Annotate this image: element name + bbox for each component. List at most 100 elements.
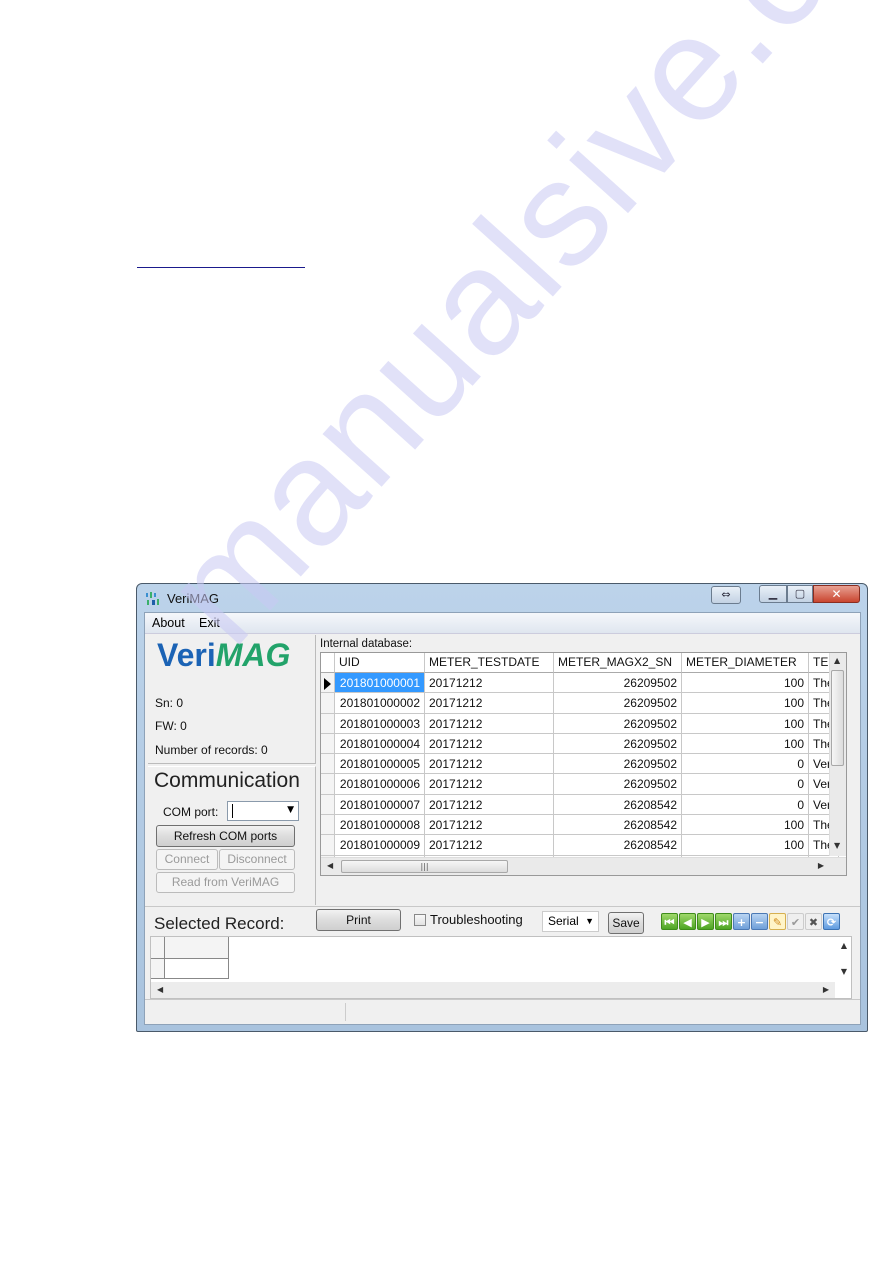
add-record-icon[interactable]: + (733, 913, 750, 930)
refresh-com-ports-button[interactable]: Refresh COM ports (156, 825, 295, 847)
table-cell[interactable]: 26209502 (554, 713, 682, 734)
refresh-icon[interactable]: ⟳ (823, 913, 840, 930)
table-cell[interactable]: 0 (682, 754, 809, 775)
row-header[interactable] (321, 794, 335, 816)
remove-record-icon[interactable]: − (751, 913, 768, 930)
scroll-down-icon[interactable]: ▼ (834, 841, 840, 850)
row-header[interactable] (321, 835, 335, 856)
column-header-uid[interactable]: UID (335, 653, 425, 673)
print-button[interactable]: Print (316, 909, 401, 931)
table-row[interactable]: 201801000006 20171212 26209502 0 Ver (321, 774, 839, 795)
snap-button[interactable]: ⇔ (711, 586, 741, 604)
table-cell[interactable]: 100 (682, 733, 809, 755)
scroll-down-icon[interactable]: ▼ (841, 967, 847, 976)
scroll-left-icon[interactable]: ◀ (327, 861, 333, 870)
confirm-icon[interactable]: ✔ (787, 913, 804, 930)
table-row[interactable]: 201801000002 20171212 26209502 100 The (321, 693, 839, 714)
table-cell[interactable]: 20171212 (425, 794, 554, 816)
row-header[interactable] (321, 693, 335, 714)
row-header[interactable] (321, 815, 335, 836)
scroll-up-icon[interactable]: ▲ (834, 656, 840, 665)
table-row[interactable]: 201801000001 20171212 26209502 100 The (321, 673, 839, 694)
table-row[interactable]: 201801000005 20171212 26209502 0 Ver (321, 754, 839, 775)
minimize-button[interactable]: ▁ (759, 585, 787, 603)
table-cell[interactable]: 201801000005 (335, 754, 425, 775)
scroll-up-icon[interactable]: ▲ (841, 941, 847, 950)
read-from-verimag-button[interactable]: Read from VeriMAG (156, 872, 295, 893)
table-row[interactable]: 201801000004 20171212 26209502 100 The (321, 733, 839, 755)
row-header[interactable] (321, 733, 335, 755)
table-row[interactable]: 201801000009 20171212 26208542 100 The (321, 835, 839, 856)
close-button[interactable]: ✕ (813, 585, 860, 603)
table-cell[interactable]: 26209502 (554, 754, 682, 775)
table-cell[interactable]: 26209502 (554, 673, 682, 694)
selected-record-grid[interactable]: ▲ ▼ ◀ ▶ (150, 936, 852, 999)
table-cell[interactable]: 0 (682, 774, 809, 795)
menu-about[interactable]: About (152, 616, 185, 630)
column-header-testdate[interactable]: METER_TESTDATE (425, 653, 554, 673)
vertical-scrollbar[interactable]: ▲ ▼ (829, 653, 846, 856)
connection-mode-select[interactable]: Serial ▼ (542, 911, 599, 932)
table-cell[interactable]: 201801000007 (335, 794, 425, 816)
disconnect-button[interactable]: Disconnect (219, 849, 295, 870)
save-button[interactable]: Save (608, 912, 644, 934)
table-cell[interactable]: 20171212 (425, 815, 554, 836)
first-record-icon[interactable]: ⏮ (661, 913, 678, 930)
maximize-button[interactable]: ▢ (787, 585, 813, 603)
document-link-underline[interactable] (137, 267, 305, 268)
table-cell[interactable]: 26208542 (554, 794, 682, 816)
table-row[interactable]: 201801000003 20171212 26209502 100 The (321, 713, 839, 734)
table-cell[interactable]: 100 (682, 815, 809, 836)
table-cell[interactable]: 201801000009 (335, 835, 425, 856)
edit-record-icon[interactable]: ✎ (769, 913, 786, 930)
table-cell[interactable]: 201801000004 (335, 733, 425, 755)
table-cell[interactable]: 201801000003 (335, 713, 425, 734)
record-value-cell[interactable] (165, 959, 229, 979)
table-cell[interactable]: 26209502 (554, 733, 682, 755)
cancel-icon[interactable]: ✖ (805, 913, 822, 930)
table-cell[interactable]: 20171212 (425, 693, 554, 714)
troubleshooting-checkbox[interactable] (414, 914, 426, 926)
scroll-left-icon[interactable]: ◀ (157, 985, 163, 994)
next-record-icon[interactable]: ▶ (697, 913, 714, 930)
scroll-right-icon[interactable]: ▶ (818, 861, 824, 870)
connect-button[interactable]: Connect (156, 849, 218, 870)
table-row[interactable]: 201801000007 20171212 26208542 0 Ver (321, 794, 839, 816)
horizontal-scrollbar[interactable]: ◀ ||| ▶ (321, 857, 846, 875)
menu-exit[interactable]: Exit (199, 616, 220, 630)
table-cell[interactable]: 100 (682, 835, 809, 856)
table-cell[interactable]: 26208542 (554, 815, 682, 836)
table-cell[interactable]: 0 (682, 794, 809, 816)
table-cell[interactable]: 20171212 (425, 754, 554, 775)
table-cell[interactable]: 20171212 (425, 713, 554, 734)
row-header[interactable] (321, 774, 335, 795)
table-cell[interactable]: 201801000001 (335, 673, 425, 694)
table-cell[interactable]: 100 (682, 713, 809, 734)
column-header-diameter[interactable]: METER_DIAMETER (682, 653, 809, 673)
database-grid[interactable]: UID METER_TESTDATE METER_MAGX2_SN METER_… (320, 652, 847, 876)
table-cell[interactable]: 20171212 (425, 774, 554, 795)
table-cell[interactable]: 20171212 (425, 835, 554, 856)
table-row[interactable]: 201801000008 20171212 26208542 100 The (321, 815, 839, 836)
table-cell[interactable]: 26209502 (554, 693, 682, 714)
row-header[interactable] (321, 673, 335, 694)
table-cell[interactable]: 20171212 (425, 733, 554, 755)
table-cell[interactable]: 201801000008 (335, 815, 425, 836)
table-cell[interactable]: 201801000006 (335, 774, 425, 795)
last-record-icon[interactable]: ⏭ (715, 913, 732, 930)
column-header-magx2-sn[interactable]: METER_MAGX2_SN (554, 653, 682, 673)
table-cell[interactable]: 100 (682, 693, 809, 714)
com-port-select[interactable]: ▼ (227, 801, 299, 821)
table-cell[interactable]: 100 (682, 673, 809, 694)
row-header[interactable] (321, 754, 335, 775)
table-cell[interactable]: 201801000002 (335, 693, 425, 714)
horizontal-scroll-thumb[interactable]: ||| (341, 860, 508, 873)
table-cell[interactable]: 26209502 (554, 774, 682, 795)
previous-record-icon[interactable]: ◀ (679, 913, 696, 930)
row-header[interactable] (321, 713, 335, 734)
table-cell[interactable]: 26208542 (554, 835, 682, 856)
record-horizontal-scrollbar[interactable]: ◀ ▶ (151, 982, 835, 998)
scroll-right-icon[interactable]: ▶ (823, 985, 829, 994)
vertical-scroll-thumb[interactable] (831, 670, 844, 766)
table-cell[interactable]: 20171212 (425, 673, 554, 694)
